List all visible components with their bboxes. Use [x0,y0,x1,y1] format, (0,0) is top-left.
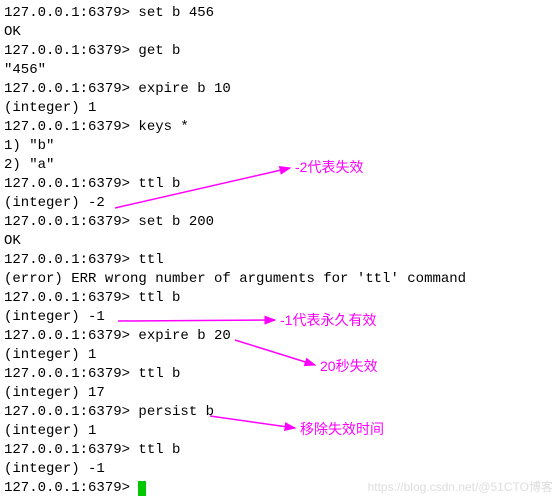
annotation-minus1: -1代表永久有效 [280,311,376,330]
terminal-line-output: (integer) 1 [4,99,555,118]
terminal-line-output: (integer) 17 [4,384,555,403]
terminal-line-output: OK [4,232,555,251]
terminal-line-command: 127.0.0.1:6379> ttl b [4,365,555,384]
cursor[interactable] [138,481,146,496]
terminal-line-command: 127.0.0.1:6379> expire b 10 [4,80,555,99]
terminal-line-output: (integer) 1 [4,346,555,365]
annotation-remove-expire: 移除失效时间 [300,420,384,439]
terminal-line-command: 127.0.0.1:6379> ttl b [4,175,555,194]
terminal-line-prompt[interactable]: 127.0.0.1:6379> [4,479,555,498]
terminal-line-output: (integer) 1 [4,422,555,441]
terminal-line-output: OK [4,23,555,42]
terminal-output: 127.0.0.1:6379> set b 456OK127.0.0.1:637… [4,4,555,498]
terminal-line-command: 127.0.0.1:6379> set b 200 [4,213,555,232]
terminal-line-command: 127.0.0.1:6379> get b [4,42,555,61]
terminal-line-output: (integer) -2 [4,194,555,213]
terminal-line-command: 127.0.0.1:6379> ttl b [4,441,555,460]
annotation-20sec: 20秒失效 [320,357,378,376]
terminal-line-command: 127.0.0.1:6379> ttl [4,251,555,270]
terminal-line-output: 1) "b" [4,137,555,156]
terminal-line-command: 127.0.0.1:6379> persist b [4,403,555,422]
terminal-line-output: (integer) -1 [4,460,555,479]
terminal-line-command: 127.0.0.1:6379> keys * [4,118,555,137]
terminal-line-command: 127.0.0.1:6379> set b 456 [4,4,555,23]
terminal-line-command: 127.0.0.1:6379> ttl b [4,289,555,308]
annotation-minus2: -2代表失效 [295,158,363,177]
terminal-line-output: 2) "a" [4,156,555,175]
terminal-line-output: "456" [4,61,555,80]
terminal-line-output: (error) ERR wrong number of arguments fo… [4,270,555,289]
